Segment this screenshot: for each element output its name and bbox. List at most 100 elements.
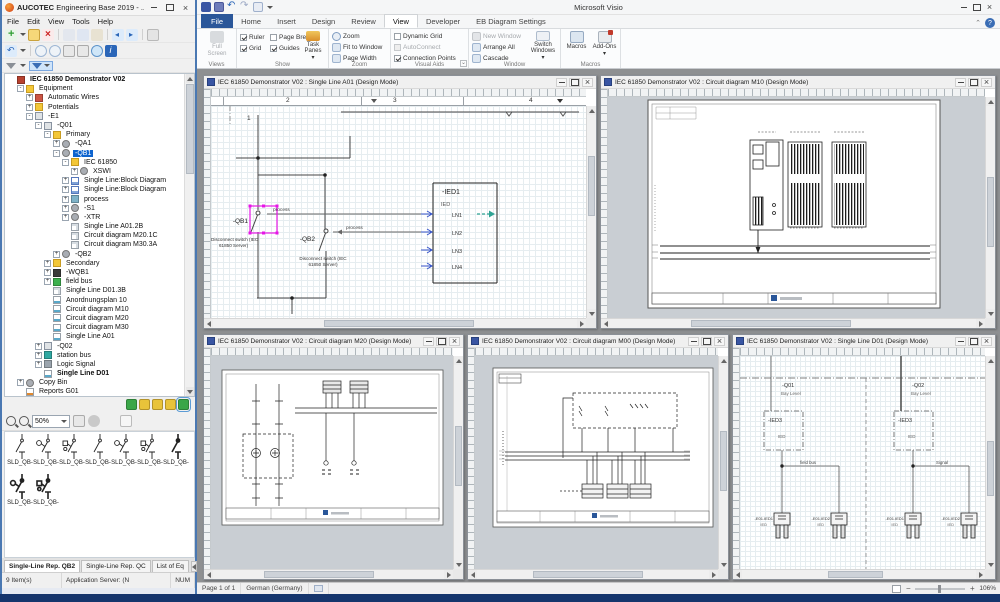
copy-icon[interactable]: [77, 29, 89, 41]
tree-expander-icon[interactable]: +: [62, 177, 69, 184]
zoom-level[interactable]: 106%: [979, 585, 996, 592]
w2-close-icon[interactable]: [981, 78, 992, 87]
tab-review[interactable]: Review: [343, 14, 384, 28]
symbol-item[interactable]: SLD_QB-: [7, 434, 33, 474]
w5-title-bar[interactable]: IEC 61850 Demonstrator V02 : Single Line…: [733, 335, 995, 348]
ruler-checkbox[interactable]: Ruler: [240, 32, 265, 42]
paste-icon[interactable]: [91, 29, 103, 41]
eb-close-button[interactable]: [179, 2, 192, 13]
tree-item[interactable]: -IEC 61850: [5, 158, 184, 167]
w3-scroll-down-icon[interactable]: [454, 560, 463, 569]
w1-scroll-right-icon[interactable]: [577, 319, 586, 328]
w1-vertical-scrollbar[interactable]: [586, 106, 596, 318]
fit-to-window-button[interactable]: Fit to Window: [332, 42, 382, 52]
symbol-item[interactable]: SLD_QB-: [137, 434, 163, 474]
tab-list-of-eq[interactable]: List of Eq: [152, 560, 189, 572]
tree-item[interactable]: Circuit diagram M10: [5, 305, 184, 314]
open-folder-icon[interactable]: [28, 29, 40, 41]
switch-windows-button[interactable]: Switch Windows▾: [527, 31, 559, 61]
tree-item[interactable]: +-QA1: [5, 139, 184, 148]
w4-maximize-icon[interactable]: [701, 337, 712, 346]
w4-close-icon[interactable]: [714, 337, 725, 346]
guides-checkbox[interactable]: Guides: [270, 43, 300, 53]
w4-scroll-down-icon[interactable]: [719, 560, 728, 569]
w2-scroll-down-icon[interactable]: [986, 309, 995, 318]
w2-scroll-up-icon[interactable]: [986, 97, 995, 106]
filter-dropdown-icon[interactable]: [20, 64, 26, 67]
w5-vscroll-thumb[interactable]: [987, 441, 994, 496]
dynamic-grid-checkbox[interactable]: Dynamic Grid: [394, 31, 442, 41]
tree-item[interactable]: Anordnungsplan 10: [5, 296, 184, 305]
tree-scrollbar[interactable]: [184, 74, 194, 396]
w1-close-icon[interactable]: [582, 78, 593, 87]
tree-item[interactable]: Circuit diagram M20.1C: [5, 231, 184, 240]
w2-hscroll-thumb[interactable]: [691, 320, 851, 327]
tree-item[interactable]: +Single Line:Block Diagram: [5, 185, 184, 194]
tab-single-line-rep-qb2[interactable]: Single-Line Rep. QB2: [4, 560, 80, 572]
w2-drawing-canvas[interactable]: [608, 97, 985, 318]
w4-hscroll-thumb[interactable]: [533, 571, 643, 578]
w1-hscroll-thumb[interactable]: [324, 320, 474, 327]
zoom-out-icon[interactable]: [49, 45, 61, 57]
tree-item[interactable]: --QB1: [5, 149, 184, 158]
w4-scroll-up-icon[interactable]: [719, 356, 728, 365]
w3-minimize-icon[interactable]: [423, 337, 434, 346]
save-icon[interactable]: [214, 2, 224, 12]
menu-help[interactable]: Help: [98, 17, 113, 26]
tree-item[interactable]: Reports G01: [5, 387, 184, 396]
w5-scroll-down-icon[interactable]: [986, 560, 995, 569]
w2-minimize-icon[interactable]: [955, 78, 966, 87]
w3-scroll-up-icon[interactable]: [454, 356, 463, 365]
tab-single-line-rep-qc[interactable]: Single-Line Rep. QC: [81, 560, 151, 572]
symbol-item[interactable]: SLD_QB-: [111, 434, 137, 474]
w4-horizontal-scrollbar[interactable]: [468, 569, 718, 579]
tree-expander-icon[interactable]: -: [44, 131, 51, 138]
redo-icon[interactable]: [240, 2, 250, 12]
tree-expander-icon[interactable]: +: [71, 168, 78, 175]
tree-item[interactable]: +Copy Bin: [5, 378, 184, 387]
info-icon[interactable]: [105, 45, 117, 57]
ribbon-collapse-icon[interactable]: ⌃: [975, 19, 981, 27]
undo-dropdown-icon[interactable]: [20, 49, 26, 52]
forward-icon[interactable]: [126, 29, 138, 41]
symbol-circle-icon[interactable]: [88, 415, 100, 427]
visio-maximize-button[interactable]: [970, 2, 983, 13]
symbol-zoom-select[interactable]: 50%: [32, 415, 70, 428]
visio-close-button[interactable]: [983, 2, 996, 13]
w5-minimize-icon[interactable]: [955, 337, 966, 346]
fit-page-icon[interactable]: [892, 585, 901, 593]
tree-item[interactable]: +Potentials: [5, 103, 184, 112]
language-indicator[interactable]: German (Germany): [241, 583, 308, 594]
task-panes-button[interactable]: Task Panes▾: [299, 31, 327, 61]
window-layout2-icon[interactable]: [77, 45, 89, 57]
tree-expander-icon[interactable]: +: [26, 104, 33, 111]
w3-close-icon[interactable]: [449, 337, 460, 346]
tree-item[interactable]: +-WQB1: [5, 268, 184, 277]
w4-scroll-left-icon[interactable]: [468, 570, 477, 579]
scroll-down-icon[interactable]: [186, 387, 194, 396]
tree-expander-icon[interactable]: +: [35, 361, 42, 368]
database-green-icon[interactable]: [126, 399, 137, 410]
document-icon[interactable]: [253, 2, 263, 12]
tree-expander-icon[interactable]: -: [26, 113, 33, 120]
zoom-in-icon[interactable]: [35, 45, 47, 57]
eb-minimize-button[interactable]: [147, 2, 160, 13]
visio-minimize-button[interactable]: [957, 2, 970, 13]
w3-scroll-left-icon[interactable]: [204, 570, 213, 579]
w5-scroll-up-icon[interactable]: [986, 356, 995, 365]
tree-expander-icon[interactable]: -: [35, 122, 42, 129]
tree-expander-icon[interactable]: +: [44, 278, 51, 285]
tree-item[interactable]: --Q01: [5, 121, 184, 130]
web-icon[interactable]: [91, 45, 103, 57]
w5-horizontal-scrollbar[interactable]: [733, 569, 985, 579]
w4-minimize-icon[interactable]: [688, 337, 699, 346]
w1-drawing-canvas[interactable]: 1 -QB1 Disconnect switch (IEC 61850 Serv…: [211, 106, 586, 318]
w5-drawing-canvas[interactable]: -Q01 Bay Level -Q02 Bay Level -IED3 IED …: [740, 356, 985, 569]
tree-item[interactable]: Circuit diagram M20: [5, 314, 184, 323]
w5-maximize-icon[interactable]: [968, 337, 979, 346]
autoconnect-checkbox[interactable]: AutoConnect: [394, 42, 441, 52]
undo-icon[interactable]: [5, 45, 17, 57]
tree-expander-icon[interactable]: +: [26, 94, 33, 101]
tab-developer[interactable]: Developer: [418, 14, 468, 28]
tree-item[interactable]: Single Line D01.3B: [5, 286, 184, 295]
